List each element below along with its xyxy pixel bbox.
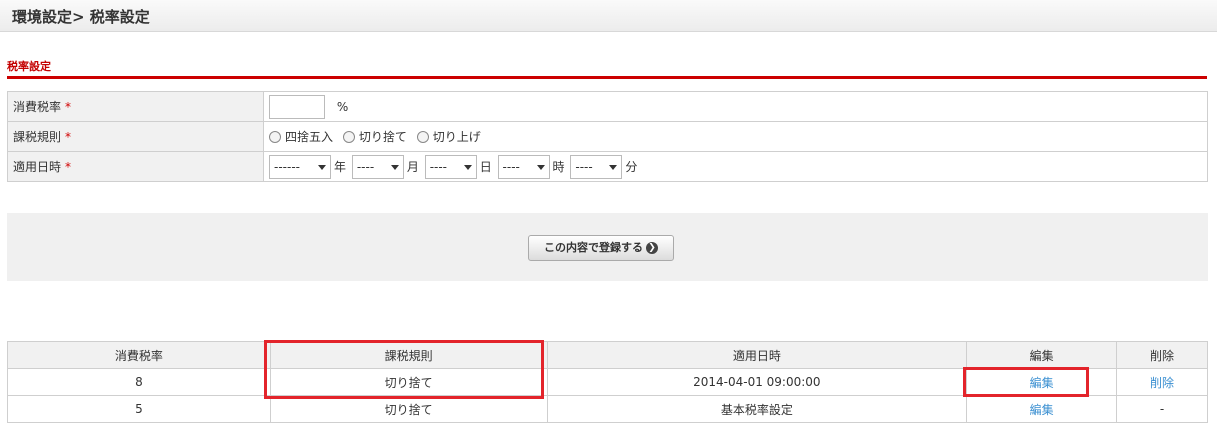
chevron-down-icon <box>390 164 399 170</box>
minute-select-value: ---- <box>575 159 593 174</box>
month-select-value: ---- <box>356 159 375 174</box>
cell-edit: 編集 <box>966 395 1118 423</box>
month-select[interactable]: ---- <box>351 154 404 179</box>
radio-round-label[interactable]: 四捨五入 <box>285 130 333 144</box>
year-select[interactable]: ------ <box>269 154 331 179</box>
chevron-down-icon <box>318 164 326 170</box>
rate-value-cell: % <box>263 91 1208 122</box>
rule-label: 課税規則 <box>13 130 62 144</box>
table-row: 5 切り捨て 基本税率設定 編集 - <box>7 395 1208 423</box>
day-select[interactable]: ---- <box>424 154 477 179</box>
register-button-label: この内容で登録する <box>544 241 643 254</box>
cell-rule: 切り捨て <box>269 368 548 396</box>
cell-date: 基本税率設定 <box>546 395 968 423</box>
hour-select-value: ---- <box>502 159 520 174</box>
date-value-cell: ------ 年 ---- 月 ---- 日 ---- 時 ---- 分 <box>263 151 1208 182</box>
table-row: 8 切り捨て 2014-04-01 09:00:00 編集 削除 <box>7 368 1208 396</box>
percent-unit: % <box>336 99 349 114</box>
required-mark: * <box>65 100 72 114</box>
col-header-delete: 削除 <box>1116 341 1208 369</box>
edit-link[interactable]: 編集 <box>1030 403 1054 417</box>
form-row-date: 適用日時 * ------ 年 ---- 月 ---- 日 ---- 時 ---- 分 <box>7 151 1208 182</box>
edit-link[interactable]: 編集 <box>1030 376 1054 390</box>
tax-rate-list-table: 消費税率 課税規則 適用日時 編集 削除 8 切り捨て 2014-04-01 0… <box>7 341 1208 423</box>
cell-date: 2014-04-01 09:00:00 <box>546 368 968 396</box>
radio-floor-label[interactable]: 切り捨て <box>359 130 407 144</box>
date-label-cell: 適用日時 * <box>7 151 264 182</box>
register-button[interactable]: この内容で登録する ❯ <box>528 235 674 261</box>
minute-select[interactable]: ---- <box>570 154 623 179</box>
cell-delete: - <box>1116 395 1208 423</box>
radio-ceil[interactable] <box>416 130 429 143</box>
radio-floor[interactable] <box>342 130 355 143</box>
day-select-value: ---- <box>429 159 448 174</box>
cell-edit: 編集 <box>966 368 1118 396</box>
date-label: 適用日時 <box>13 160 62 174</box>
year-select-value: ------ <box>274 159 300 174</box>
rate-label-cell: 消費税率 * <box>7 91 264 122</box>
chevron-down-icon <box>536 164 545 170</box>
cell-rate: 5 <box>7 395 271 423</box>
rule-label-cell: 課税規則 * <box>7 121 264 152</box>
chevron-down-icon <box>609 164 618 170</box>
radio-ceil-label[interactable]: 切り上げ <box>433 130 481 144</box>
form-row-rule: 課税規則 * 四捨五入 切り捨て 切り上げ <box>7 121 1208 152</box>
tax-rate-input[interactable] <box>269 94 325 119</box>
hour-unit: 時 <box>552 160 565 174</box>
month-unit: 月 <box>406 160 419 174</box>
col-header-date: 適用日時 <box>546 341 968 369</box>
minute-unit: 分 <box>625 160 638 174</box>
col-header-edit: 編集 <box>966 341 1118 369</box>
cell-rate: 8 <box>7 368 271 396</box>
col-header-rate: 消費税率 <box>7 341 271 369</box>
arrow-right-circle-icon: ❯ <box>646 242 658 254</box>
submit-area: この内容で登録する ❯ <box>7 213 1208 281</box>
delete-link[interactable]: 削除 <box>1150 376 1174 390</box>
table-header-row: 消費税率 課税規則 適用日時 編集 削除 <box>7 341 1208 369</box>
day-unit: 日 <box>479 160 492 174</box>
radio-round[interactable] <box>269 130 281 143</box>
col-header-rule: 課税規則 <box>269 341 548 369</box>
hour-select[interactable]: ---- <box>497 154 550 179</box>
rule-value-cell: 四捨五入 切り捨て 切り上げ <box>263 121 1208 152</box>
year-unit: 年 <box>334 160 347 174</box>
tax-form-table: 消費税率 * % 課税規則 * 四捨五入 切り捨て 切り上げ 適用日時 * -----… <box>7 91 1208 182</box>
cell-rule: 切り捨て <box>269 395 548 423</box>
page-header: 環境設定> 税率設定 <box>0 0 1217 32</box>
cell-delete: 削除 <box>1116 368 1208 396</box>
required-mark: * <box>65 130 72 144</box>
required-mark: * <box>65 160 72 174</box>
rate-label: 消費税率 <box>13 100 62 114</box>
chevron-down-icon <box>463 164 472 170</box>
page-title: 環境設定> 税率設定 <box>12 8 150 26</box>
section-title: 税率設定 <box>7 60 51 73</box>
form-row-rate: 消費税率 * % <box>7 91 1208 122</box>
section-divider <box>7 76 1207 79</box>
